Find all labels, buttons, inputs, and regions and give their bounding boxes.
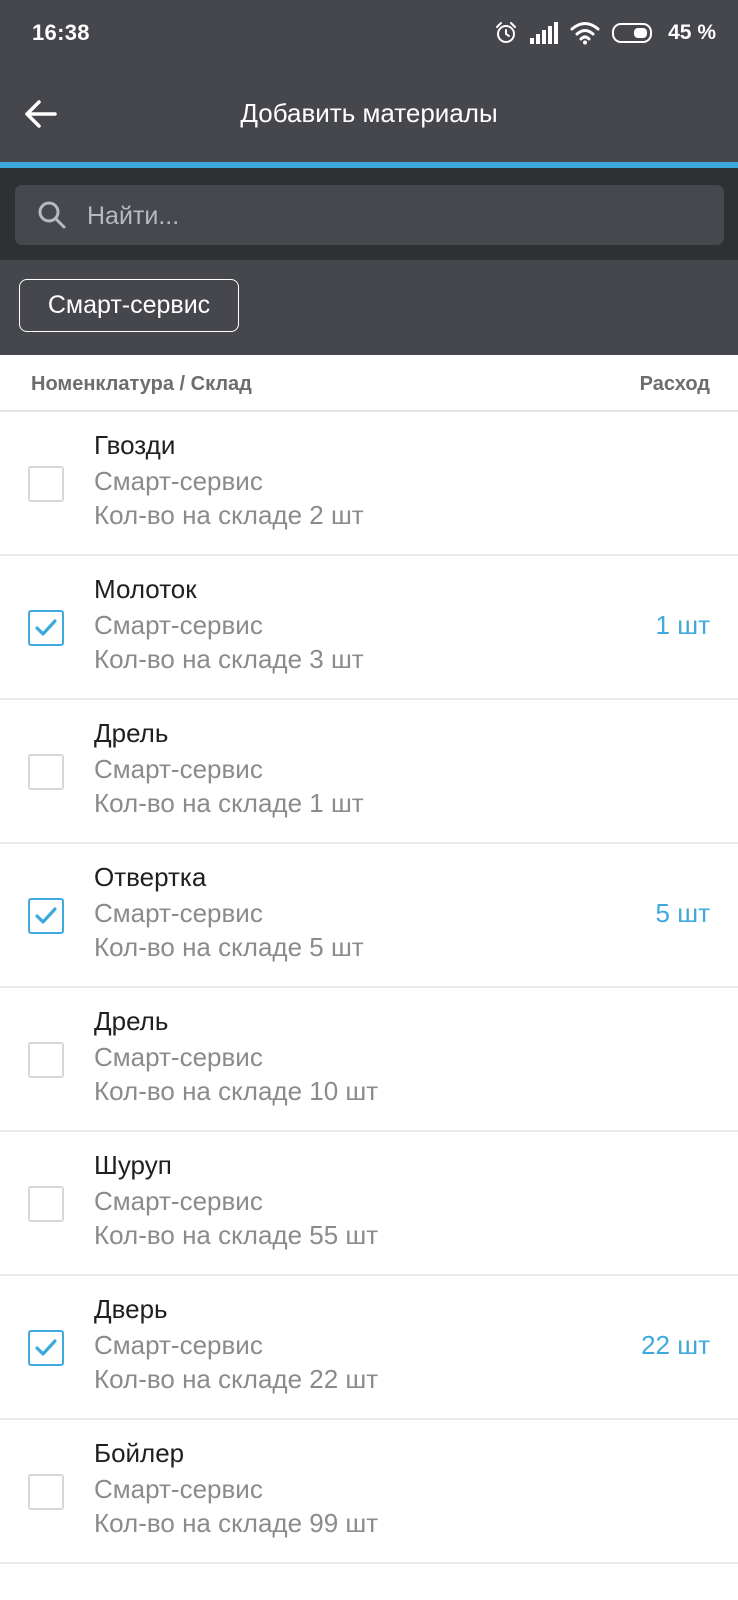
checkmark-icon [35,619,57,636]
item-consumption[interactable]: 22 шт [641,1330,710,1361]
item-stock: Кол-во на складе 99 шт [94,1508,379,1538]
item-name: Отвертка [94,862,207,892]
status-time: 16:38 [32,20,90,45]
item-checkbox[interactable] [28,1042,64,1078]
item-warehouse: Смарт-сервис [94,1186,263,1216]
item-name: Бойлер [94,1438,185,1468]
item-warehouse: Смарт-сервис [94,1042,263,1072]
item-stock: Кол-во на складе 22 шт [94,1364,379,1394]
item-name: Дрель [94,1006,169,1036]
battery-icon [612,23,653,43]
item-warehouse: Смарт-сервис [94,898,263,928]
item-name: Дрель [94,718,169,748]
item-name: Дверь [94,1294,168,1324]
table-header: Номенклатура / Склад Расход [0,355,738,412]
status-bar: 16:38 45 % [0,0,738,66]
list-item[interactable]: Гвозди Смарт-сервис Кол-во на складе 2 шт [0,412,738,556]
item-stock: Кол-во на складе 5 шт [94,932,364,962]
item-warehouse: Смарт-сервис [94,1330,263,1360]
item-stock: Кол-во на складе 3 шт [94,644,364,674]
item-stock: Кол-во на складе 1 шт [94,788,364,818]
item-checkbox[interactable] [28,754,64,790]
item-name: Шуруп [94,1150,172,1180]
list-item[interactable]: Дрель Смарт-сервис Кол-во на складе 1 шт [0,700,738,844]
column-header-consumption: Расход [639,373,710,395]
item-warehouse: Смарт-сервис [94,754,263,784]
search-box[interactable] [15,185,724,247]
item-warehouse: Смарт-сервис [94,466,263,496]
item-consumption[interactable]: 5 шт [656,898,710,929]
item-name: Гвозди [94,430,176,460]
materials-list: Гвозди Смарт-сервис Кол-во на складе 2 шт М… [0,412,738,1564]
battery-percent: 45 % [668,21,716,44]
checkmark-icon [35,1339,57,1356]
list-item[interactable]: Шуруп Смарт-сервис Кол-во на складе 55 шт [0,1132,738,1276]
search-area [0,168,738,260]
signal-icon [530,22,559,44]
item-checkbox[interactable] [28,1186,64,1222]
search-icon [38,201,66,229]
list-item[interactable]: Дрель Смарт-сервис Кол-во на складе 10 шт [0,988,738,1132]
status-icons: 45 % [494,18,716,48]
page-title: Добавить материалы [240,98,498,128]
item-checkbox[interactable] [28,1330,64,1366]
item-checkbox[interactable] [28,898,64,934]
item-stock: Кол-во на складе 2 шт [94,500,364,530]
warehouse-filter-chip[interactable]: Смарт-сервис [19,279,239,332]
item-warehouse: Смарт-сервис [94,1474,263,1504]
item-checkbox[interactable] [28,610,64,646]
item-checkbox[interactable] [28,1474,64,1510]
list-item[interactable]: Отвертка Смарт-сервис Кол-во на складе 5 ш… [0,844,738,988]
checkmark-icon [35,907,57,924]
alarm-icon [496,22,517,43]
list-item[interactable]: Молоток Смарт-сервис Кол-во на складе 3 шт… [0,556,738,700]
item-checkbox[interactable] [28,466,64,502]
item-consumption[interactable]: 1 шт [656,610,710,641]
wifi-icon [570,22,600,45]
filter-area: Смарт-сервис [0,260,738,355]
item-name: Молоток [94,574,197,604]
list-item[interactable]: Дверь Смарт-сервис Кол-во на складе 22 шт 2… [0,1276,738,1420]
item-stock: Кол-во на складе 55 шт [94,1220,379,1250]
list-item[interactable]: Бойлер Смарт-сервис Кол-во на складе 99 шт [0,1420,738,1564]
search-input[interactable] [85,185,709,247]
item-warehouse: Смарт-сервис [94,610,263,640]
column-header-nomenclature: Номенклатура / Склад [31,373,252,395]
item-stock: Кол-во на складе 10 шт [94,1076,379,1106]
app-bar: Добавить материалы [0,66,738,162]
